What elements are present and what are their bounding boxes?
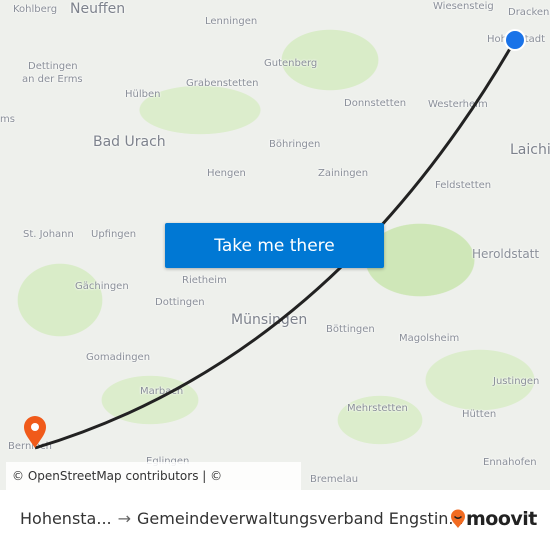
destination-name: Gemeindeverwaltungsverband Engstin...: [137, 509, 464, 528]
moovit-pin-icon: [451, 509, 465, 528]
map[interactable]: Kohlberg Neuffen Lenningen Wiesensteig D…: [0, 0, 550, 490]
map-attribution[interactable]: © OpenStreetMap contributors | © OpenMap…: [6, 462, 301, 490]
footer: Hohensta... → Gemeindeverwaltungsverband E…: [0, 490, 550, 550]
moovit-wordmark: moovit: [466, 508, 537, 530]
take-me-there-button[interactable]: Take me there: [165, 223, 384, 268]
origin-name: Hohensta...: [20, 509, 112, 528]
route-title: Hohensta... → Gemeindeverwaltungsverband E…: [20, 509, 464, 528]
origin-marker-icon[interactable]: [504, 29, 526, 51]
moovit-logo[interactable]: moovit: [450, 508, 537, 530]
arrow-right-icon: →: [117, 509, 132, 528]
destination-pin-icon[interactable]: [24, 416, 46, 448]
